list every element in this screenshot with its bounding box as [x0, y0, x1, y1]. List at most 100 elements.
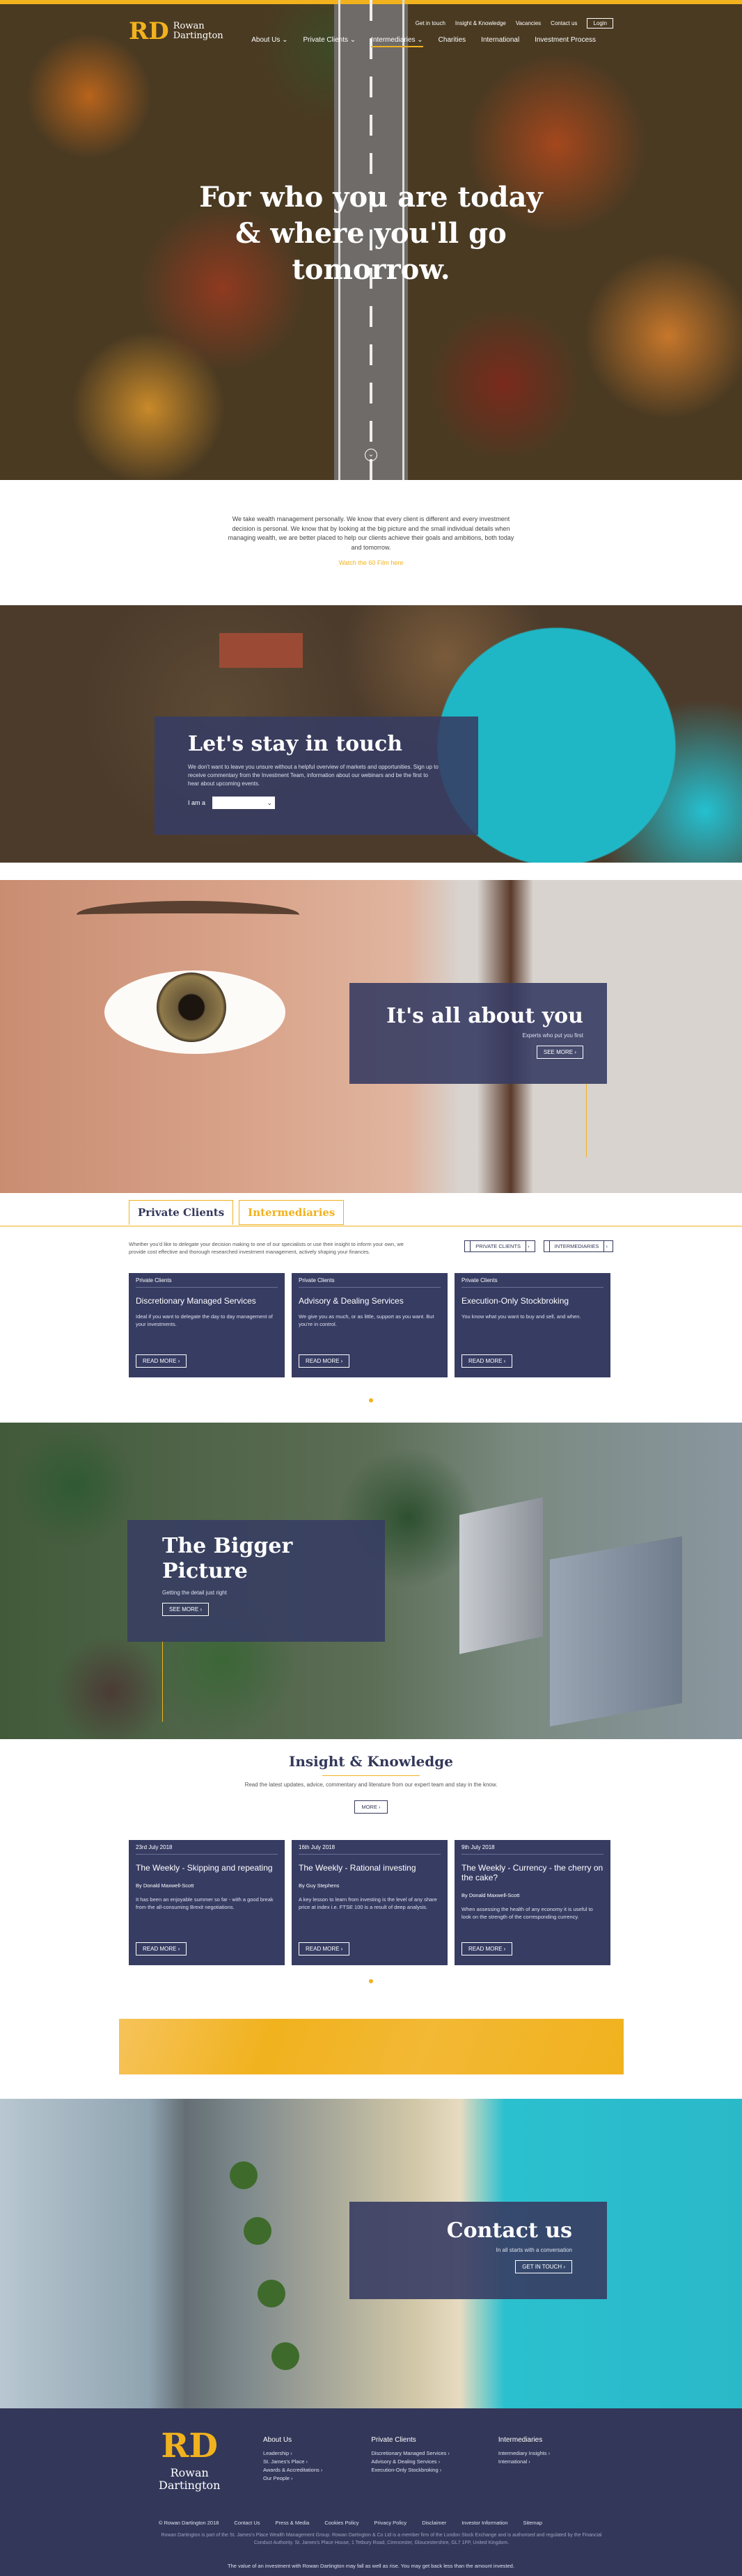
- site-footer: RD Rowan Dartington About Us Leadership …: [0, 2408, 742, 2576]
- read-more-label: READ MORE: [143, 1358, 177, 1364]
- card-title: Execution-Only Stockbroking: [461, 1296, 569, 1306]
- card-title: Advisory & Dealing Services: [299, 1296, 404, 1306]
- about-section: It's all about you Experts who put you f…: [0, 880, 742, 1193]
- read-more-button[interactable]: READ MORE ›: [299, 1354, 350, 1368]
- palm-tree: [271, 2342, 299, 2370]
- tab-private-clients[interactable]: Private Clients: [129, 1200, 234, 1225]
- insight-lead: Read the latest updates, advice, comment…: [244, 1782, 498, 1788]
- article-card[interactable]: 9th July 2018 The Weekly - Currency - th…: [455, 1840, 610, 1965]
- logo-line2: Dartington: [173, 31, 223, 41]
- pager-dot[interactable]: [369, 1398, 373, 1402]
- watch-film-link[interactable]: Watch the 60 Film here: [0, 559, 742, 566]
- footer-sitemap-link[interactable]: Sitemap: [523, 2520, 542, 2526]
- about-see-more-button[interactable]: SEE MORE ›: [536, 1046, 583, 1059]
- footer-link[interactable]: Leadership ›: [263, 2449, 322, 2458]
- intro-text: We take wealth management personally. We…: [228, 515, 514, 551]
- insight-rule: [322, 1775, 420, 1776]
- promo-banner[interactable]: [118, 2019, 624, 2074]
- read-more-button[interactable]: READ MORE ›: [136, 1354, 187, 1368]
- footer-link[interactable]: St. James's Place ›: [263, 2458, 322, 2466]
- article-card[interactable]: 16th July 2018 The Weekly - Rational inv…: [292, 1840, 448, 1965]
- site-logo[interactable]: RD Rowan Dartington: [129, 19, 223, 43]
- contact-link[interactable]: Contact us: [551, 20, 577, 26]
- private-clients-button[interactable]: PRIVATE CLIENTS ›: [464, 1240, 535, 1252]
- pager-dot[interactable]: [369, 1979, 373, 1983]
- contact-text: In all starts with a conversation: [496, 2247, 572, 2253]
- services-description: Whether you'd like to delegate your deci…: [129, 1241, 404, 1256]
- footer-privacy-link[interactable]: Privacy Policy: [374, 2520, 407, 2526]
- card-title: Discretionary Managed Services: [136, 1296, 256, 1306]
- read-more-label: READ MORE: [306, 1946, 340, 1952]
- nav-private-clients[interactable]: Private Clients ⌄: [303, 36, 356, 47]
- intermediaries-button[interactable]: INTERMEDIARIES ›: [543, 1240, 613, 1252]
- tab-intermediaries[interactable]: Intermediaries: [239, 1200, 345, 1225]
- hero-section: RD Rowan Dartington Get in touch Insight…: [0, 0, 742, 480]
- service-card[interactable]: Private Clients Advisory & Dealing Servi…: [292, 1273, 448, 1377]
- article-excerpt: It has been an enjoyable summer so far -…: [136, 1896, 274, 1911]
- read-more-label: READ MORE: [468, 1358, 503, 1364]
- chevron-down-icon: ⌄: [267, 799, 273, 806]
- get-in-touch-button[interactable]: GET IN TOUCH ›: [515, 2260, 572, 2273]
- footer-link[interactable]: Discretionary Managed Services ›: [371, 2449, 450, 2458]
- read-more-button[interactable]: READ MORE ›: [299, 1942, 350, 1955]
- intermediaries-button-label: INTERMEDIARIES: [548, 1240, 605, 1252]
- utility-nav: Get in touch Insight & Knowledge Vacanci…: [416, 18, 613, 29]
- logo-wordmark: Rowan Dartington: [159, 2467, 220, 2491]
- scroll-down-icon[interactable]: ⌄: [365, 449, 377, 461]
- article-author: By Donald Maxwell-Scott: [136, 1882, 194, 1889]
- bigger-picture-title: The Bigger Picture: [162, 1534, 350, 1584]
- nav-intermediaries[interactable]: Intermediaries ⌄: [371, 36, 423, 47]
- footer-col-private-clients: Private Clients Discretionary Managed Se…: [371, 2436, 450, 2483]
- footer-link[interactable]: Our People ›: [263, 2474, 322, 2483]
- footer-press-link[interactable]: Press & Media: [276, 2520, 310, 2526]
- nav-charities[interactable]: Charities: [439, 36, 466, 47]
- article-date: 16th July 2018: [299, 1844, 441, 1855]
- read-more-button[interactable]: READ MORE ›: [461, 1942, 513, 1955]
- footer-heading[interactable]: Private Clients: [371, 2436, 450, 2444]
- bigger-title-line1: The Bigger: [162, 1534, 293, 1558]
- hero-headline: For who you are today & where you'll go …: [199, 181, 543, 286]
- article-author: By Guy Stephens: [299, 1882, 340, 1889]
- footer-investor-link[interactable]: Investor Information: [461, 2520, 507, 2526]
- nav-about[interactable]: About Us ⌄: [251, 36, 287, 47]
- footer-heading[interactable]: About Us: [263, 2436, 322, 2444]
- article-card[interactable]: 23rd July 2018 The Weekly - Skipping and…: [129, 1840, 285, 1965]
- copyright: © Rowan Dartington 2018: [159, 2520, 219, 2526]
- insight-more-button[interactable]: MORE ›: [354, 1800, 388, 1814]
- footer-link[interactable]: Awards & Accreditations ›: [263, 2466, 322, 2474]
- footer-disclaimer-link[interactable]: Disclaimer: [422, 2520, 446, 2526]
- vacancies-link[interactable]: Vacancies: [516, 20, 541, 26]
- intro-section: We take wealth management personally. We…: [0, 480, 742, 605]
- footer-heading[interactable]: Intermediaries: [498, 2436, 550, 2444]
- read-more-button[interactable]: READ MORE ›: [136, 1942, 187, 1955]
- service-card[interactable]: Private Clients Execution-Only Stockbrok…: [455, 1273, 610, 1377]
- footer-link[interactable]: International ›: [498, 2458, 550, 2466]
- service-card[interactable]: Private Clients Discretionary Managed Se…: [129, 1273, 285, 1377]
- footer-link[interactable]: Advisory & Dealing Services ›: [371, 2458, 450, 2466]
- i-am-label: I am a: [188, 799, 206, 806]
- logo-wordmark: Rowan Dartington: [173, 21, 223, 42]
- bigger-see-more-button[interactable]: SEE MORE ›: [162, 1603, 210, 1616]
- login-button[interactable]: Login: [587, 18, 613, 29]
- nav-international[interactable]: International: [481, 36, 519, 47]
- nav-investment-process[interactable]: Investment Process: [535, 36, 596, 47]
- get-in-touch-link[interactable]: Get in touch: [416, 20, 445, 26]
- footer-link[interactable]: Execution-Only Stockbroking ›: [371, 2466, 450, 2474]
- insight-section: Insight & Knowledge Read the latest upda…: [0, 1739, 742, 2017]
- contact-section: Contact us In all starts with a conversa…: [0, 2099, 742, 2408]
- read-more-label: READ MORE: [468, 1946, 503, 1952]
- insight-link[interactable]: Insight & Knowledge: [455, 20, 506, 26]
- bigger-picture-panel: The Bigger Picture Getting the detail ju…: [127, 1520, 385, 1642]
- footer-logo[interactable]: RD Rowan Dartington: [159, 2429, 220, 2491]
- footer-link[interactable]: Intermediary Insights ›: [498, 2449, 550, 2458]
- footer-cookies-link[interactable]: Cookies Policy: [324, 2520, 358, 2526]
- bigger-title-line2: Picture: [162, 1559, 248, 1583]
- logo-line2: Dartington: [159, 2478, 221, 2492]
- about-title: It's all about you: [386, 1004, 583, 1028]
- logo-mark: RD: [129, 17, 169, 45]
- services-section: Private Clients Intermediaries Whether y…: [0, 1193, 742, 1423]
- footer-contact-link[interactable]: Contact Us: [234, 2520, 260, 2526]
- audience-select[interactable]: ⌄: [212, 797, 276, 809]
- contact-panel: Contact us In all starts with a conversa…: [349, 2202, 607, 2299]
- read-more-button[interactable]: READ MORE ›: [461, 1354, 513, 1368]
